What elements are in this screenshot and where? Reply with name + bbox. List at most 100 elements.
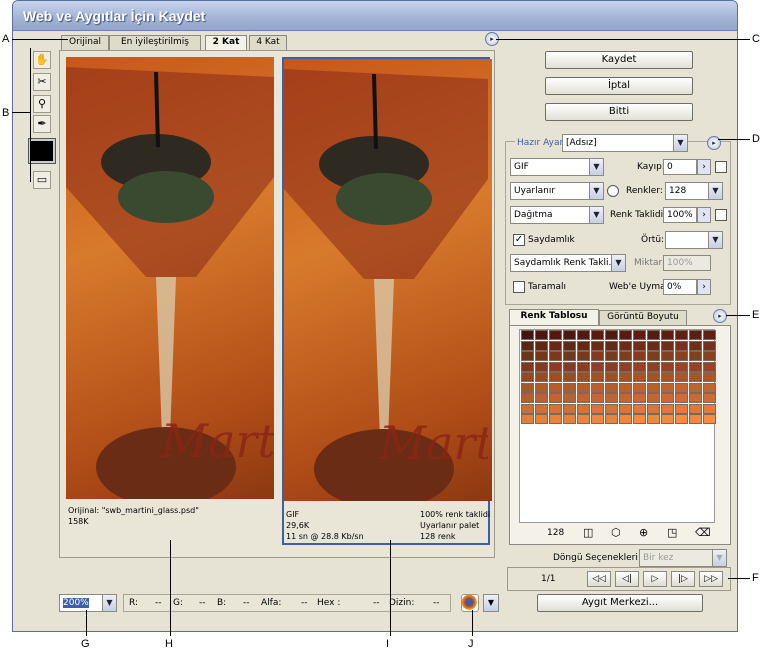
original-pane[interactable]: Marti Orijinal: "swb_martini_glass.psd" …	[66, 57, 274, 545]
color-swatch[interactable]	[591, 372, 604, 382]
color-swatch[interactable]	[661, 351, 674, 361]
color-swatch[interactable]	[605, 393, 618, 403]
color-swatch[interactable]	[563, 351, 576, 361]
color-swatch[interactable]	[605, 340, 618, 351]
color-swatch[interactable]	[563, 393, 576, 403]
color-swatch[interactable]	[549, 372, 562, 382]
color-swatch[interactable]	[689, 382, 702, 393]
color-swatch[interactable]	[619, 340, 632, 351]
color-swatch[interactable]	[535, 403, 548, 414]
color-swatch[interactable]	[563, 414, 576, 424]
color-swatch[interactable]	[535, 361, 548, 372]
color-swatch[interactable]	[647, 414, 660, 424]
websnap-slider-button[interactable]: ›	[697, 279, 711, 295]
transparency-checkbox[interactable]: ✓	[513, 234, 525, 246]
color-swatch[interactable]	[577, 393, 590, 403]
color-swatch[interactable]	[647, 382, 660, 393]
color-swatch[interactable]	[577, 403, 590, 414]
color-swatch[interactable]	[619, 403, 632, 414]
color-swatch[interactable]	[647, 330, 660, 340]
color-swatch[interactable]	[647, 393, 660, 403]
color-swatch[interactable]	[577, 351, 590, 361]
color-swatch[interactable]	[549, 382, 562, 393]
dither-slider-button[interactable]: ›	[697, 207, 711, 223]
color-swatch[interactable]	[591, 382, 604, 393]
color-swatch[interactable]	[591, 403, 604, 414]
color-swatch[interactable]	[647, 372, 660, 382]
tab-original[interactable]: Orijinal	[61, 35, 109, 50]
tab-image-size[interactable]: Görüntü Boyutu	[599, 310, 687, 325]
transparency-dither-select[interactable]: Saydamlık Renk Takli. ▼	[510, 254, 626, 272]
color-swatch[interactable]	[535, 372, 548, 382]
color-swatch[interactable]	[633, 382, 646, 393]
color-swatch[interactable]	[521, 330, 534, 340]
color-swatch[interactable]	[563, 372, 576, 382]
color-swatch[interactable]	[689, 340, 702, 351]
color-swatch[interactable]	[689, 403, 702, 414]
color-swatch[interactable]	[521, 382, 534, 393]
color-swatch[interactable]	[675, 414, 688, 424]
format-select[interactable]: GIF ▼	[510, 158, 604, 176]
color-swatch[interactable]	[605, 330, 618, 340]
color-swatch[interactable]	[647, 361, 660, 372]
color-swatch[interactable]	[661, 372, 674, 382]
color-swatch[interactable]	[703, 393, 716, 403]
tab-4-up[interactable]: 4 Kat	[249, 35, 287, 50]
title-bar[interactable]: Web ve Aygıtlar İçin Kaydet	[13, 1, 737, 31]
color-swatch-grid[interactable]	[521, 330, 727, 425]
play-icon[interactable]: ▷	[643, 571, 667, 587]
color-swatch[interactable]	[549, 361, 562, 372]
color-table-menu-button[interactable]: ▸	[713, 309, 727, 323]
hand-tool-icon[interactable]: ✋	[33, 51, 51, 69]
color-swatch[interactable]	[605, 372, 618, 382]
map-color-icon[interactable]: ◫	[583, 526, 593, 539]
matte-select[interactable]: ▼	[665, 231, 723, 249]
last-frame-icon[interactable]: ▷▷	[699, 571, 723, 587]
color-swatch[interactable]	[549, 393, 562, 403]
lossy-mask-icon[interactable]	[715, 161, 727, 173]
color-swatch[interactable]	[661, 393, 674, 403]
color-swatch[interactable]	[689, 361, 702, 372]
color-swatch[interactable]	[619, 330, 632, 340]
color-swatch[interactable]	[591, 351, 604, 361]
color-swatch[interactable]	[675, 403, 688, 414]
eyedropper-tool-icon[interactable]: ✒	[33, 115, 51, 133]
color-swatch[interactable]	[535, 330, 548, 340]
color-swatch[interactable]	[619, 393, 632, 403]
color-swatch[interactable]	[591, 414, 604, 424]
color-swatch[interactable]	[661, 403, 674, 414]
zoom-tool-icon[interactable]: ⚲	[33, 95, 51, 113]
color-swatch[interactable]	[675, 340, 688, 351]
color-swatch[interactable]	[563, 403, 576, 414]
color-swatch[interactable]	[619, 372, 632, 382]
toggle-slice-visibility-icon[interactable]: ▭	[33, 171, 51, 189]
color-swatch[interactable]	[647, 403, 660, 414]
previous-frame-icon[interactable]: ◁|	[615, 571, 639, 587]
tab-2-up[interactable]: 2 Kat	[205, 35, 247, 51]
websnap-field[interactable]: 0%	[663, 279, 697, 295]
preset-select[interactable]: [Adsız] ▼	[562, 134, 688, 152]
device-central-button[interactable]: Aygıt Merkezi...	[537, 594, 703, 612]
dither-field[interactable]: 100%	[663, 207, 697, 223]
color-swatch[interactable]	[591, 393, 604, 403]
color-swatch[interactable]	[633, 414, 646, 424]
color-swatch[interactable]	[619, 382, 632, 393]
dither-algorithm-select[interactable]: Dağıtma ▼	[510, 206, 604, 224]
save-button[interactable]: Kaydet	[545, 51, 693, 69]
color-swatch[interactable]	[535, 351, 548, 361]
color-swatch[interactable]	[549, 330, 562, 340]
color-swatch[interactable]	[703, 351, 716, 361]
color-swatch[interactable]	[675, 393, 688, 403]
color-swatch[interactable]	[605, 382, 618, 393]
color-swatch[interactable]	[535, 393, 548, 403]
color-swatch[interactable]	[521, 372, 534, 382]
color-swatch[interactable]	[661, 361, 674, 372]
color-swatch[interactable]	[521, 393, 534, 403]
color-swatch[interactable]	[633, 351, 646, 361]
color-swatch[interactable]	[577, 372, 590, 382]
color-swatch[interactable]	[633, 330, 646, 340]
color-swatch[interactable]	[563, 361, 576, 372]
color-swatch[interactable]	[633, 361, 646, 372]
reduction-mask-icon[interactable]	[607, 185, 619, 197]
optimized-pane[interactable]: Marti GIF 29,6K 11 sn @ 28.8 Kb/sn 100% …	[282, 57, 492, 545]
